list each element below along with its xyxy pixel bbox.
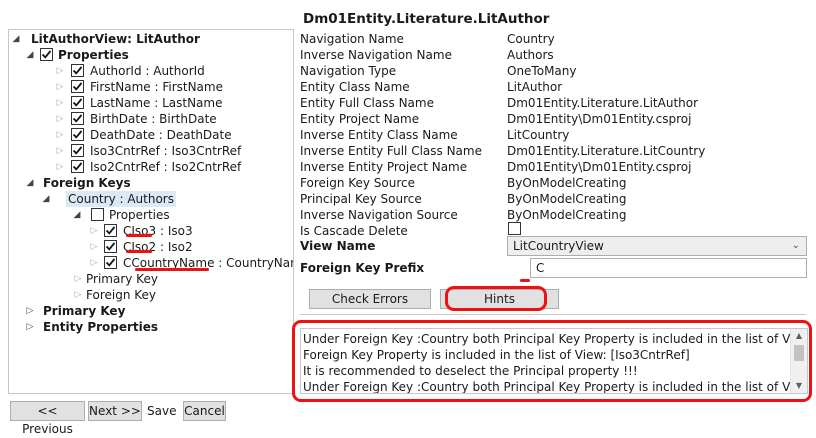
fk-prefix-label: Foreign Key Prefix	[300, 261, 425, 275]
is-cascade-delete-checkbox[interactable]	[508, 222, 521, 235]
property-name: Entity Full Class Name	[300, 96, 434, 110]
property-name: Inverse Navigation Name	[300, 48, 452, 62]
expand-arrow-icon[interactable]: ▷	[73, 271, 83, 287]
fk-properties-checkbox[interactable]	[91, 208, 104, 221]
save-button[interactable]: Save	[147, 401, 176, 421]
property-value: Dm01Entity\Dm01Entity.csproj	[507, 160, 692, 174]
collapse-arrow-icon[interactable]: ◢	[11, 31, 21, 47]
property-value: Dm01Entity\Dm01Entity.csproj	[507, 112, 692, 126]
property-name: Entity Class Name	[300, 80, 410, 94]
next-button[interactable]: Next >>	[88, 401, 142, 421]
expand-arrow-icon[interactable]: ▷	[89, 223, 99, 239]
expand-arrow-icon[interactable]: ▷	[25, 319, 35, 335]
expand-arrow-icon[interactable]: ▷	[89, 239, 99, 255]
expand-arrow-icon[interactable]: ▷	[89, 255, 99, 271]
highlight-underline	[520, 279, 530, 282]
page-title: Dm01Entity.Literature.LitAuthor	[303, 11, 550, 27]
property-name: Navigation Name	[300, 32, 404, 46]
property-value: LitAuthor	[507, 80, 563, 94]
divider	[300, 314, 806, 315]
cancel-button[interactable]: Cancel	[183, 401, 226, 421]
property-checkbox[interactable]	[71, 64, 84, 77]
fk-property-checkbox[interactable]	[104, 240, 117, 253]
property-value: LitCountry	[507, 128, 570, 142]
property-name: Navigation Type	[300, 64, 397, 78]
property-value: ByOnModelCreating	[507, 208, 627, 222]
property-name: Principal Key Source	[300, 192, 422, 206]
expand-arrow-icon[interactable]: ▷	[73, 287, 83, 303]
fk-prefix-input[interactable]: C	[530, 258, 807, 278]
expand-arrow-icon[interactable]: ▷	[55, 159, 65, 175]
previous-button[interactable]: << Previous	[10, 401, 85, 436]
check-errors-button[interactable]: Check Errors	[309, 289, 431, 309]
highlight-underline	[126, 234, 152, 237]
collapse-arrow-icon[interactable]: ◢	[25, 175, 35, 191]
property-checkbox[interactable]	[71, 112, 84, 125]
expand-arrow-icon[interactable]: ▷	[55, 95, 65, 111]
property-value: ByOnModelCreating	[507, 176, 627, 190]
view-name-select[interactable]: LitCountryView ⌄	[507, 236, 807, 256]
expand-arrow-icon[interactable]: ▷	[55, 63, 65, 79]
highlight-underline	[126, 250, 152, 253]
property-name: Entity Project Name	[300, 112, 420, 126]
collapse-arrow-icon[interactable]: ◢	[72, 207, 82, 223]
property-name: Inverse Entity Full Class Name	[300, 144, 482, 158]
property-checkbox[interactable]	[71, 144, 84, 157]
entity-tree[interactable]: ◢ LitAuthorView: LitAuthor ◢ Properties …	[8, 29, 294, 394]
property-name: Inverse Navigation Source	[300, 208, 458, 222]
messages-highlight-box	[292, 320, 812, 402]
property-value: Dm01Entity.Literature.LitCountry	[507, 144, 706, 158]
property-value: OneToMany	[507, 64, 577, 78]
fk-property-checkbox[interactable]	[104, 256, 117, 269]
collapse-arrow-icon[interactable]: ◢	[25, 47, 35, 63]
property-checkbox[interactable]	[71, 96, 84, 109]
property-value: Authors	[507, 48, 554, 62]
property-name: Inverse Entity Class Name	[300, 128, 458, 142]
property-value: Country	[507, 32, 555, 46]
property-name: Inverse Entity Project Name	[300, 160, 468, 174]
expand-arrow-icon[interactable]: ▷	[55, 143, 65, 159]
view-name-label: View Name	[300, 239, 376, 253]
highlight-underline	[135, 268, 209, 271]
expand-arrow-icon[interactable]: ▷	[25, 303, 35, 319]
property-checkbox[interactable]	[71, 128, 84, 141]
expand-arrow-icon[interactable]: ▷	[55, 111, 65, 127]
property-checkbox[interactable]	[71, 160, 84, 173]
property-value: Dm01Entity.Literature.LitAuthor	[507, 96, 699, 110]
property-checkbox[interactable]	[71, 80, 84, 93]
chevron-down-icon: ⌄	[791, 240, 800, 251]
expand-arrow-icon[interactable]: ▷	[55, 127, 65, 143]
fk-property-checkbox[interactable]	[104, 224, 117, 237]
collapse-arrow-icon[interactable]: ◢	[41, 191, 51, 207]
properties-checkbox[interactable]	[40, 48, 53, 61]
expand-arrow-icon[interactable]: ▷	[55, 79, 65, 95]
hints-highlight-box	[445, 286, 547, 311]
property-name: Foreign Key Source	[300, 176, 416, 190]
property-value: ByOnModelCreating	[507, 192, 627, 206]
